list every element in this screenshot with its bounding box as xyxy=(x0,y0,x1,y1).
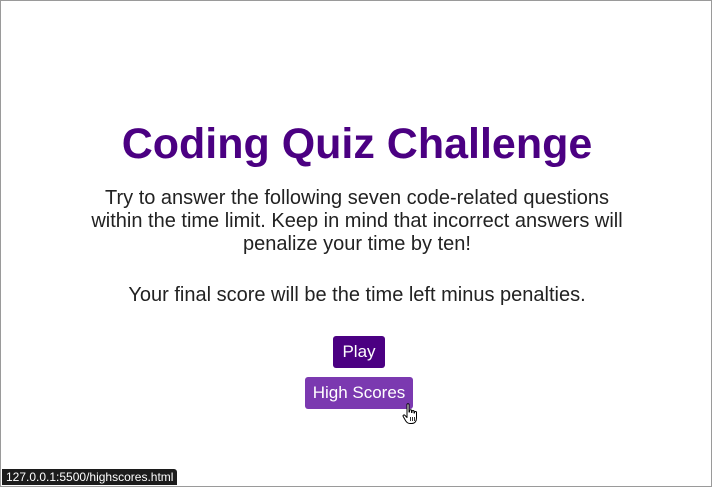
intro-text: Try to answer the following seven code-r… xyxy=(91,187,623,255)
page-title: Coding Quiz Challenge xyxy=(121,120,593,168)
high-scores-button[interactable]: High Scores xyxy=(305,377,413,409)
pointer-hand-icon xyxy=(402,403,417,424)
browser-viewport: Coding Quiz Challenge Try to answer the … xyxy=(0,0,712,487)
final-score-note: Your final score will be the time left m… xyxy=(128,284,586,306)
status-bar-link-url: 127.0.0.1:5500/highscores.html xyxy=(2,469,178,485)
play-button[interactable]: Play xyxy=(333,336,385,368)
